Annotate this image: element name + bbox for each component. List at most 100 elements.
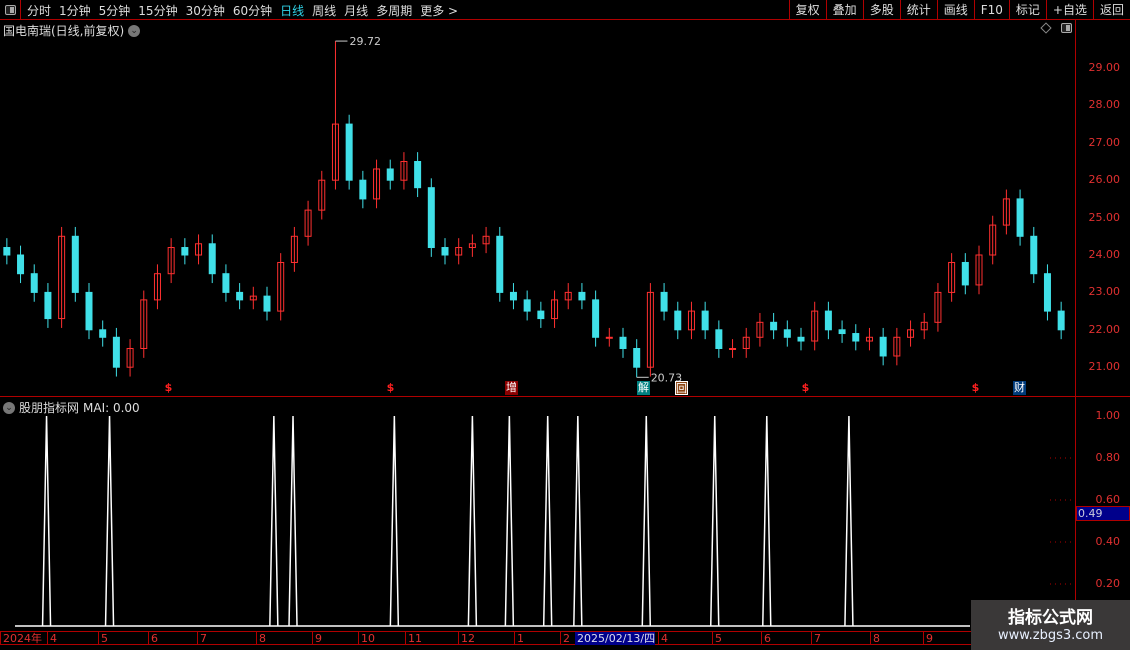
price-chart[interactable]: 29.7220.73 xyxy=(0,0,1130,650)
price-tick-label: 28.00 xyxy=(1088,98,1121,112)
indicator-spike xyxy=(762,415,772,627)
watermark: 指标公式网 www.zbgs3.com xyxy=(971,600,1130,650)
indicator-spike xyxy=(467,415,478,627)
panel-divider-axis xyxy=(1075,396,1130,397)
candle-body xyxy=(605,336,613,339)
candle-body xyxy=(1016,198,1024,237)
indicator-spike xyxy=(542,415,553,627)
cursor-value-label: 0.49 xyxy=(1076,506,1130,521)
date-label: 8 xyxy=(256,632,266,645)
candle-body xyxy=(674,310,682,331)
candle-body xyxy=(441,247,449,256)
indicator-tick-label: 0.60 xyxy=(1095,493,1121,506)
candle-body xyxy=(44,291,52,320)
candle-body xyxy=(263,295,271,312)
candle-body xyxy=(496,235,504,293)
date-label: 4 xyxy=(658,632,668,645)
date-label: 10 xyxy=(358,632,375,645)
indicator-tick-label: 0.80 xyxy=(1095,451,1121,464)
date-label: 6 xyxy=(761,632,771,645)
candle-body xyxy=(701,310,709,331)
indicator-name: 股朋指标网 xyxy=(19,401,80,415)
indicator-title-bar: ⌄ 股朋指标网 MAI: 0.00 xyxy=(3,399,140,416)
candle-body xyxy=(619,336,627,349)
event-marker[interactable]: 增 xyxy=(505,381,518,395)
date-label: 1 xyxy=(514,632,524,645)
candle-body xyxy=(1030,235,1038,275)
chevron-down-icon[interactable]: ⌄ xyxy=(3,401,15,414)
date-label: 11 xyxy=(405,632,422,645)
indicator-spike xyxy=(288,415,298,627)
date-label: 9 xyxy=(312,632,322,645)
event-marker[interactable]: $ xyxy=(384,381,397,395)
candle-body xyxy=(236,291,244,301)
candle-body xyxy=(633,348,641,368)
indicator-spike xyxy=(641,415,652,627)
date-label: 12 xyxy=(458,632,475,645)
watermark-url: www.zbgs3.com xyxy=(997,628,1104,643)
panel-divider xyxy=(0,396,1075,397)
date-label: 2 xyxy=(560,632,570,645)
indicator-tick-label: 1.00 xyxy=(1095,409,1121,422)
candle-body xyxy=(99,329,107,338)
indicator-spike xyxy=(104,415,115,627)
candle-body xyxy=(523,299,531,312)
candle-body xyxy=(1043,273,1051,312)
candle-body xyxy=(345,123,353,181)
event-marker[interactable]: 解 xyxy=(637,381,650,395)
date-axis: 2024年 4 5 6 7 8 9 10 11 12 1 2 2025/02/13/四 4 5 6 7 8 9 xyxy=(0,631,1130,645)
event-marker[interactable]: 回 xyxy=(675,381,688,395)
candle-body xyxy=(660,291,668,312)
candle-body xyxy=(30,273,38,293)
candle-body xyxy=(852,333,860,342)
indicator-spike xyxy=(573,415,583,627)
candle-body xyxy=(537,310,545,320)
candle-body xyxy=(592,299,600,338)
candle-body xyxy=(797,336,805,342)
price-tick-label: 25.00 xyxy=(1088,210,1121,224)
price-tick-label: 22.00 xyxy=(1088,322,1121,336)
price-tick-label: 21.00 xyxy=(1088,360,1121,374)
indicator-spike xyxy=(389,415,400,627)
indicator-spike xyxy=(269,415,279,627)
event-marker[interactable]: $ xyxy=(162,381,175,395)
date-label: 4 xyxy=(47,632,57,645)
candle-body xyxy=(386,168,394,181)
candle-body xyxy=(783,329,791,338)
event-marker[interactable]: $ xyxy=(969,381,982,395)
candle-body xyxy=(578,291,586,301)
watermark-title: 指标公式网 xyxy=(1008,608,1093,628)
date-label: 2025/02/13/四 xyxy=(575,632,656,645)
candle-body xyxy=(71,235,79,293)
candle-body xyxy=(85,291,93,331)
price-tick-label: 26.00 xyxy=(1088,173,1121,187)
date-label: 5 xyxy=(712,632,722,645)
right-price-axis: 29.00 28.00 27.00 26.00 25.00 24.00 23.00 22.00… xyxy=(1075,20,1130,632)
event-marker[interactable]: $ xyxy=(799,381,812,395)
candle-body xyxy=(770,321,778,331)
indicator-spike xyxy=(41,415,52,627)
date-label: 7 xyxy=(811,632,821,645)
candle-body xyxy=(961,261,969,286)
price-tick-label: 23.00 xyxy=(1088,285,1121,299)
candle-body xyxy=(715,329,723,349)
candle-body xyxy=(359,179,367,200)
candle-body xyxy=(222,273,230,293)
indicator-spike xyxy=(504,415,515,627)
candle-body xyxy=(838,329,846,335)
candle-body xyxy=(427,187,435,249)
candle-body xyxy=(729,348,737,350)
price-annotation: 29.72 xyxy=(349,35,381,48)
event-marker[interactable]: 财 xyxy=(1013,381,1026,395)
indicator-tick-label: 0.20 xyxy=(1095,577,1121,590)
date-label: 8 xyxy=(870,632,880,645)
candle-body xyxy=(824,310,832,331)
price-tick-label: 24.00 xyxy=(1088,248,1121,261)
date-label: 2024年 xyxy=(0,632,42,645)
candle-body xyxy=(181,247,189,256)
candle-body xyxy=(3,247,11,256)
price-tick-label: 29.00 xyxy=(1088,61,1121,74)
indicator-tick-label: 0.40 xyxy=(1095,535,1121,548)
candle-body xyxy=(112,336,120,368)
date-label: 5 xyxy=(98,632,108,645)
